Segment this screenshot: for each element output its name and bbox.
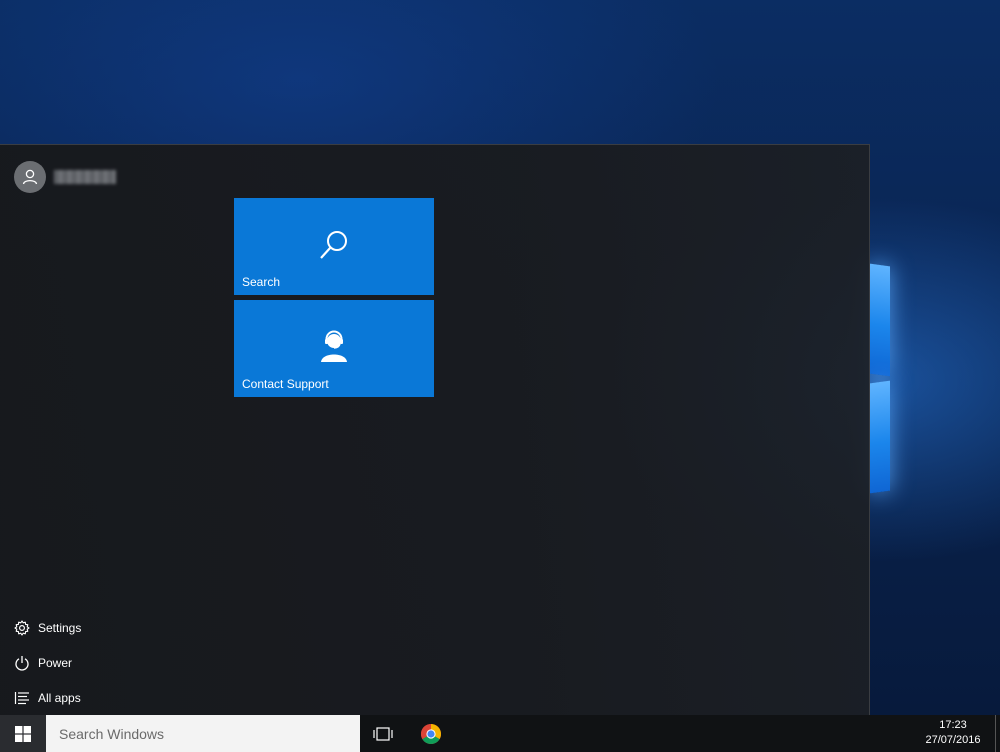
settings-link-label: Settings	[38, 620, 82, 635]
task-view-button[interactable]	[360, 715, 406, 752]
search-tile[interactable]: Search	[234, 198, 434, 295]
taskbar: 17:23 27/07/2016	[0, 715, 1000, 752]
power-link[interactable]: Power	[0, 645, 220, 680]
start-button[interactable]	[0, 715, 46, 752]
magnifier-icon	[320, 231, 347, 259]
clock-time: 17:23	[939, 719, 967, 731]
taskbar-search-box[interactable]	[46, 715, 360, 752]
power-icon	[15, 655, 29, 671]
user-icon	[14, 161, 46, 193]
start-menu-links: Settings Power All apps	[0, 610, 220, 715]
system-clock[interactable]: 17:23 27/07/2016	[918, 718, 988, 748]
all-apps-link-label: All apps	[38, 690, 81, 705]
user-account-button[interactable]	[14, 161, 116, 193]
clock-date: 27/07/2016	[925, 734, 981, 746]
support-agent-icon	[321, 330, 347, 362]
chrome-icon	[421, 723, 441, 744]
search-tile-label: Search	[242, 275, 281, 289]
task-view-icon	[373, 726, 393, 741]
show-desktop-button[interactable]	[995, 715, 1000, 752]
search-input[interactable]	[57, 724, 351, 743]
list-icon	[14, 691, 29, 704]
chrome-taskbar-button[interactable]	[408, 715, 454, 752]
contact-support-tile-label: Contact Support	[242, 377, 329, 391]
gear-icon	[14, 619, 30, 636]
settings-link[interactable]: Settings	[0, 610, 220, 645]
all-apps-link[interactable]: All apps	[0, 680, 220, 715]
user-name-redacted	[54, 170, 116, 184]
power-link-label: Power	[38, 655, 73, 670]
start-menu: Search Contact Support Settings Power Al…	[0, 144, 870, 715]
windows-logo-icon	[15, 725, 31, 742]
contact-support-tile[interactable]: Contact Support	[234, 300, 434, 397]
